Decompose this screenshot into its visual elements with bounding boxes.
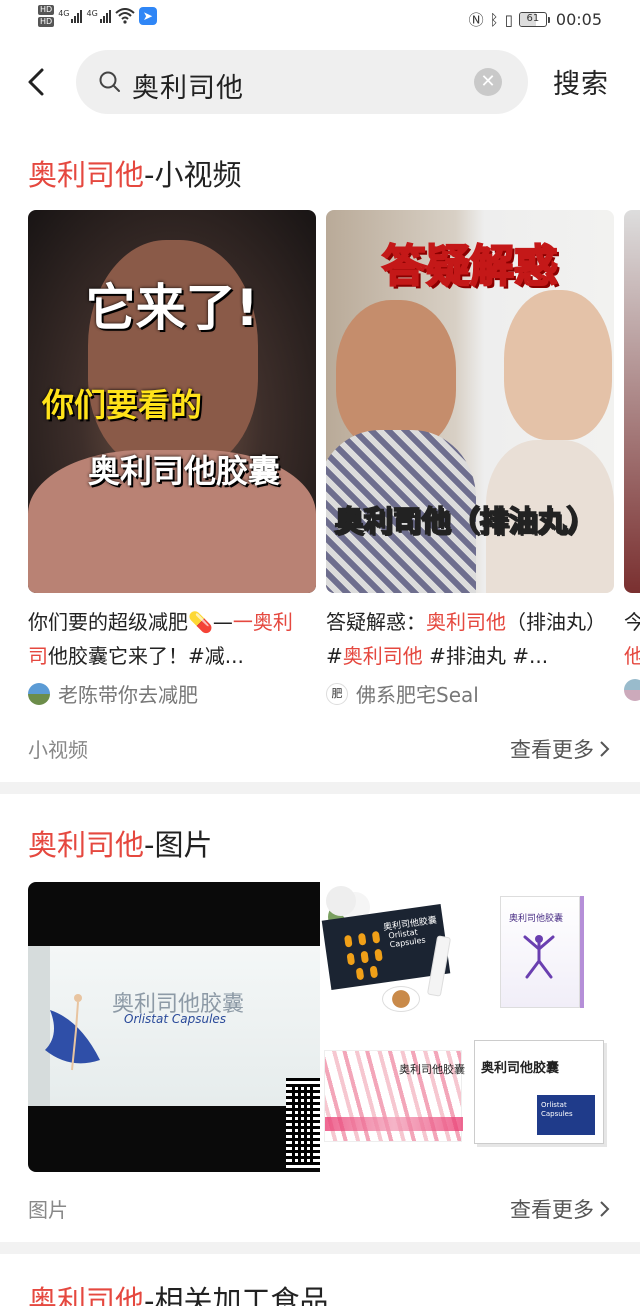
nfc-icon: Ⓝ (468, 11, 484, 29)
bluetooth-icon: ᛒ (489, 10, 499, 29)
video-thumbnail[interactable]: 答疑解惑 奥利司他（排油丸） (326, 210, 614, 593)
search-button[interactable]: 搜索 (553, 62, 609, 101)
section-title-keyword: 奥利司他 (28, 1284, 145, 1306)
video-description: 今他 (624, 605, 640, 673)
related-food-section: 奥利司他-相关加工食品 (0, 1254, 640, 1306)
view-more-link[interactable]: 查看更多 (510, 734, 610, 764)
coffee-cup (382, 986, 420, 1012)
qr-code-pattern (292, 1084, 314, 1162)
product-box: 奥利司他胶囊 (324, 1050, 465, 1142)
dancer-figure (45, 994, 100, 1071)
search-box[interactable]: 奥利司他 ✕ (76, 50, 528, 114)
desc-keyword: 他 (624, 644, 640, 668)
author-avatar: 肥 (326, 682, 348, 705)
video-card[interactable]: 今他 (624, 210, 640, 701)
vibrate-icon: ▯ (504, 10, 513, 29)
status-bar-right: Ⓝ ᛒ ▯ 61 00:05 (469, 9, 602, 30)
section-source-label: 小视频 (28, 738, 88, 762)
author-avatar (624, 679, 640, 701)
short-video-section: 奥利司他-小视频 它来了! 你们要看的 奥利司他胶囊 你们要的超级减肥💊—一奥利… (0, 126, 640, 782)
image-thumbnail[interactable]: 奥利司他胶囊 (320, 1028, 466, 1172)
video-description: 答疑解惑：奥利司他（排油丸）#奥利司他 #排油丸 #... (326, 605, 602, 673)
video-author[interactable]: 老陈带你去减肥 (28, 679, 316, 708)
image-thumbnail-large[interactable]: 奥利司他胶囊 Orlistat Capsules (28, 882, 320, 1172)
desc-keyword: 奥利司他 (426, 610, 506, 634)
video-card[interactable]: 答疑解惑 奥利司他（排油丸） 答疑解惑：奥利司他（排油丸）#奥利司他 #排油丸 … (326, 210, 614, 708)
view-more-link[interactable]: 查看更多 (510, 1194, 610, 1224)
author-name: 佛系肥宅Seal (356, 683, 479, 707)
video-overlay-text: 答疑解惑 (381, 240, 559, 293)
section-title: 奥利司他-相关加工食品 (28, 1278, 328, 1306)
section-title: 奥利司他-小视频 (28, 152, 241, 194)
video-overlay-text: 它来了! (85, 279, 259, 337)
back-arrow-icon[interactable] (22, 62, 52, 102)
person-face (336, 300, 456, 450)
package-stripe (325, 1117, 463, 1131)
section-title: 奥利司他-图片 (28, 822, 212, 864)
image-thumbnail[interactable]: 奥利司他胶囊 (466, 882, 612, 1026)
chevron-right-icon (600, 741, 610, 757)
hd-badge: HD (38, 5, 55, 15)
app-notification-icon: ➤ (138, 7, 157, 25)
dancer-figure (523, 935, 555, 979)
package-label: 奥利司他胶囊 (399, 1063, 465, 1076)
network-type: 4G (86, 9, 98, 18)
package-subtitle: Orlistat Capsules (541, 1101, 573, 1118)
battery-level: 61 (526, 13, 540, 24)
image-thumbnail[interactable]: 奥利司他胶囊 Orlistat Capsules (320, 882, 466, 1026)
status-bar-left: HD HD 4G 4G ➤ (38, 5, 157, 27)
chevron-right-icon (600, 1201, 610, 1217)
flower-decoration (326, 886, 356, 916)
author-avatar (28, 682, 50, 705)
clock: 00:05 (555, 10, 602, 29)
desc-text: 今 (624, 610, 640, 634)
person-face (504, 290, 612, 440)
video-card[interactable]: 它来了! 你们要看的 奥利司他胶囊 你们要的超级减肥💊—一奥利司他胶囊它来了！#… (28, 210, 316, 708)
author-name: 老陈带你去减肥 (58, 683, 198, 707)
desc-keyword: 奥利司他 (342, 644, 423, 668)
video-overlay-text: 奥利司他（排油丸） (334, 503, 597, 539)
desc-text: 你们要的超级减肥💊— (28, 610, 233, 634)
search-input[interactable]: 奥利司他 (132, 66, 244, 105)
view-more-label: 查看更多 (510, 1198, 594, 1222)
search-icon (99, 71, 120, 92)
video-carousel[interactable]: 它来了! 你们要看的 奥利司他胶囊 你们要的超级减肥💊—一奥利司他胶囊它来了！#… (28, 210, 640, 710)
video-thumbnail[interactable]: 它来了! 你们要看的 奥利司他胶囊 (28, 210, 316, 593)
desc-text: 他胶囊它来了！#减... (48, 644, 244, 668)
network-type: 4G (58, 9, 70, 18)
signal-icon: 4G (86, 9, 111, 23)
signal-icon: 4G (58, 9, 83, 23)
section-title-keyword: 奥利司他 (28, 158, 145, 192)
section-title-suffix: -相关加工食品 (144, 1284, 329, 1306)
video-author[interactable]: 肥 佛系肥宅Seal (326, 679, 614, 708)
wifi-icon (115, 8, 135, 24)
video-overlay-text: 你们要看的 (42, 386, 203, 424)
desc-text: #排油丸 #... (422, 644, 549, 668)
search-header: 奥利司他 ✕ 搜索 (0, 40, 640, 126)
video-author[interactable] (624, 679, 640, 701)
package-label: 奥利司他胶囊 (509, 914, 564, 924)
package-label: 奥利司他胶囊 (481, 1061, 560, 1076)
video-thumbnail[interactable] (624, 210, 640, 593)
image-section: 奥利司他-图片 奥利司他胶囊 Orlistat Capsules 奥利司他胶囊 … (0, 794, 640, 1242)
clear-icon[interactable]: ✕ (474, 68, 502, 96)
video-description: 你们要的超级减肥💊—一奥利司他胶囊它来了！#减... (28, 605, 304, 673)
video-overlay-text: 奥利司他胶囊 (88, 452, 281, 490)
section-source-label: 图片 (28, 1198, 68, 1222)
status-bar: HD HD 4G 4G ➤ Ⓝ ᛒ ▯ 61 00:05 (0, 0, 640, 40)
hd-badge: HD (38, 17, 55, 27)
desc-text: 答疑解惑： (326, 610, 426, 634)
package-panel: Orlistat Capsules (537, 1095, 595, 1135)
section-title-keyword: 奥利司他 (28, 828, 145, 862)
product-box: 奥利司他胶囊 Orlistat Capsules (474, 1040, 604, 1144)
battery-icon: 61 (518, 12, 550, 27)
section-title-suffix: -图片 (144, 828, 213, 862)
product-subtitle: Orlistat Capsules (124, 1012, 227, 1026)
view-more-label: 查看更多 (510, 738, 594, 762)
product-box: 奥利司他胶囊 (500, 896, 580, 1008)
section-title-suffix: -小视频 (144, 158, 242, 192)
hd-badges: HD HD (38, 5, 55, 27)
image-thumbnail[interactable]: 奥利司他胶囊 Orlistat Capsules (466, 1028, 612, 1172)
